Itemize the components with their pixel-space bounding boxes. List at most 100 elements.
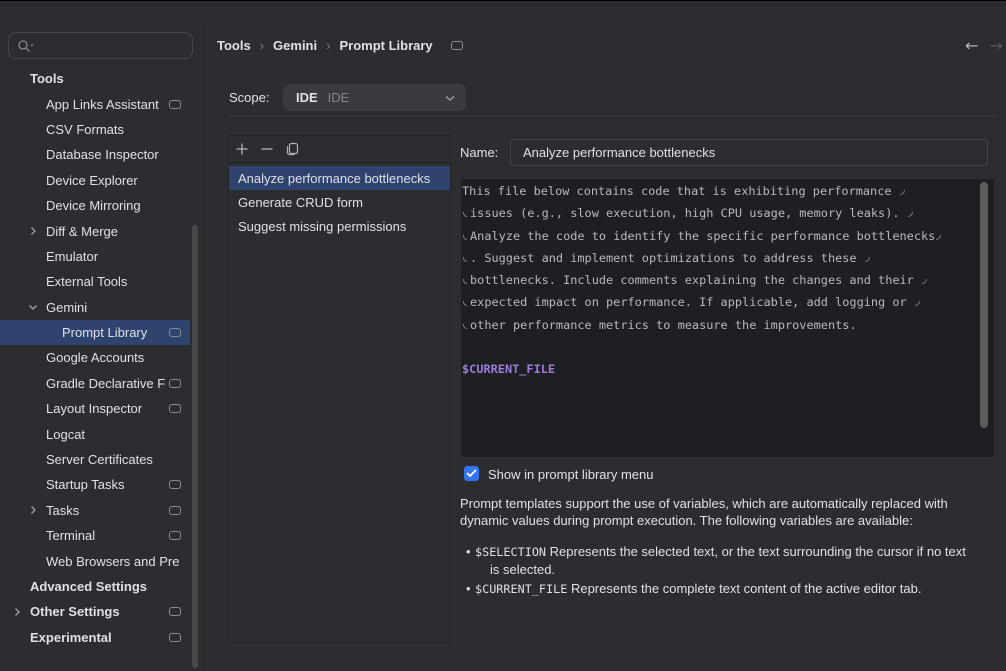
search-icon bbox=[17, 39, 35, 53]
settings-page-icon bbox=[169, 480, 181, 489]
editor-line-text: This file below contains code that is ex… bbox=[462, 184, 899, 198]
chevron-down-icon bbox=[28, 302, 38, 312]
tree-item-label: Experimental bbox=[30, 630, 112, 645]
tree-item-diff-merge[interactable]: Diff & Merge bbox=[0, 218, 203, 243]
chevron-right-icon bbox=[28, 505, 38, 515]
tree-item-label: Device Explorer bbox=[46, 173, 138, 188]
tree-item-google-accounts[interactable]: Google Accounts bbox=[0, 345, 203, 370]
editor-line: bottlenecks. Include comments explaining… bbox=[462, 269, 994, 291]
tree-item-server-certificates[interactable]: Server Certificates bbox=[0, 447, 203, 472]
prompt-list-item[interactable]: Suggest missing permissions bbox=[229, 215, 450, 239]
tree-item-device-explorer[interactable]: Device Explorer bbox=[0, 168, 203, 193]
tree-item-label: Other Settings bbox=[30, 604, 120, 619]
copy-icon bbox=[285, 142, 299, 156]
tree-item-advanced-settings[interactable]: Advanced Settings bbox=[0, 574, 203, 599]
sidebar-scrollbar[interactable] bbox=[192, 225, 198, 668]
prompt-list-item[interactable]: Analyze performance bottlenecks bbox=[229, 166, 450, 190]
tree-item-terminal[interactable]: Terminal bbox=[0, 523, 203, 548]
tree-item-label: Prompt Library bbox=[62, 325, 147, 340]
tree-item-external-tools[interactable]: External Tools bbox=[0, 269, 203, 294]
variable-text: Represents the complete text content of … bbox=[567, 581, 921, 596]
tree-item-gradle-declarative-f[interactable]: Gradle Declarative F bbox=[0, 371, 203, 396]
soft-wrap-end-icon bbox=[865, 257, 870, 262]
tree-item-label: Layout Inspector bbox=[46, 401, 142, 416]
soft-wrap-end-icon bbox=[915, 301, 920, 306]
tree-item-label: External Tools bbox=[46, 274, 127, 289]
remove-button[interactable] bbox=[259, 141, 275, 157]
editor-line bbox=[462, 336, 994, 358]
tree-item-startup-tasks[interactable]: Startup Tasks bbox=[0, 472, 203, 497]
prompt-list-item[interactable]: Generate CRUD form bbox=[229, 190, 450, 214]
settings-page-icon bbox=[169, 379, 181, 388]
description-line: Prompt templates support the use of vari… bbox=[460, 495, 984, 512]
tree-item-label: Advanced Settings bbox=[30, 579, 147, 594]
editor-line-text: bottlenecks. Include comments explaining… bbox=[470, 273, 921, 287]
breadcrumb-item[interactable]: Prompt Library bbox=[339, 38, 432, 53]
editor-line: This file below contains code that is ex… bbox=[462, 180, 994, 202]
tree-item-tasks[interactable]: Tasks bbox=[0, 498, 203, 523]
window-top-edge bbox=[0, 0, 1006, 1]
tree-item-label: CSV Formats bbox=[46, 122, 124, 137]
tree-item-device-mirroring[interactable]: Device Mirroring bbox=[0, 193, 203, 218]
tree-item-app-links-assistant[interactable]: App Links Assistant bbox=[0, 91, 203, 116]
minus-icon bbox=[260, 142, 274, 156]
tree-item-gemini[interactable]: Gemini bbox=[0, 295, 203, 320]
show-in-menu-checkbox[interactable] bbox=[464, 466, 479, 481]
prompt-list-toolbar bbox=[229, 136, 450, 163]
add-button[interactable] bbox=[234, 141, 250, 157]
prompt-list: Analyze performance bottlenecksGenerate … bbox=[229, 166, 450, 239]
editor-line: other performance metrics to measure the… bbox=[462, 314, 994, 336]
tree-item-label: Emulator bbox=[46, 249, 98, 264]
checkmark-icon bbox=[466, 469, 477, 478]
chevron-down-icon bbox=[444, 94, 456, 102]
name-label: Name: bbox=[460, 139, 498, 166]
header-separator bbox=[227, 116, 995, 117]
forward-arrow-icon[interactable]: → bbox=[989, 36, 1002, 55]
soft-wrap-end-icon bbox=[900, 190, 905, 195]
breadcrumb-item[interactable]: Gemini bbox=[273, 38, 317, 53]
tree-item-csv-formats[interactable]: CSV Formats bbox=[0, 117, 203, 142]
editor-scrollbar[interactable] bbox=[980, 182, 988, 428]
scope-dropdown[interactable]: IDE IDE bbox=[283, 84, 466, 111]
editor-line-variable: $CURRENT_FILE bbox=[462, 358, 994, 380]
soft-wrap-start-icon bbox=[463, 235, 467, 240]
tree-item-logcat[interactable]: Logcat bbox=[0, 421, 203, 446]
soft-wrap-start-icon bbox=[463, 212, 467, 217]
tree-item-prompt-library[interactable]: Prompt Library bbox=[0, 320, 203, 345]
name-value: Analyze performance bottlenecks bbox=[523, 145, 715, 160]
copy-button[interactable] bbox=[284, 141, 300, 157]
breadcrumb-separator: › bbox=[326, 38, 330, 53]
chevron-right-icon bbox=[12, 607, 22, 617]
settings-page-icon bbox=[169, 328, 181, 337]
soft-wrap-start-icon bbox=[463, 257, 467, 262]
prompt-editor[interactable]: This file below contains code that is ex… bbox=[461, 179, 994, 457]
tree-item-emulator[interactable]: Emulator bbox=[0, 244, 203, 269]
tree-item-web-browsers-and-pre[interactable]: Web Browsers and Pre bbox=[0, 548, 203, 573]
tree-item-label: Tools bbox=[30, 71, 64, 86]
tree-item-tools[interactable]: Tools bbox=[0, 66, 203, 91]
breadcrumb: Tools›Gemini›Prompt Library bbox=[217, 35, 463, 55]
name-input[interactable]: Analyze performance bottlenecks bbox=[510, 139, 988, 166]
breadcrumb-item[interactable]: Tools bbox=[217, 38, 251, 53]
soft-wrap-end-icon bbox=[936, 235, 941, 240]
prompt-list-panel: Analyze performance bottlenecksGenerate … bbox=[228, 135, 451, 643]
editor-line: issues (e.g., slow execution, high CPU u… bbox=[462, 202, 994, 224]
settings-page-icon bbox=[169, 531, 181, 540]
tree-item-experimental[interactable]: Experimental bbox=[0, 625, 203, 650]
tree-item-database-inspector[interactable]: Database Inspector bbox=[0, 142, 203, 167]
tree-item-label: Device Mirroring bbox=[46, 198, 141, 213]
variable-name: $SELECTION bbox=[475, 545, 546, 559]
settings-page-icon bbox=[169, 404, 181, 413]
tree-item-label: Terminal bbox=[46, 528, 95, 543]
tree-item-label: Google Accounts bbox=[46, 350, 144, 365]
tree-item-label: App Links Assistant bbox=[46, 97, 159, 112]
variable-desc: $CURRENT_FILE Represents the complete te… bbox=[475, 580, 921, 598]
tree-item-label: Gemini bbox=[46, 300, 87, 315]
tree-item-other-settings[interactable]: Other Settings bbox=[0, 599, 203, 624]
editor-line-text: issues (e.g., slow execution, high CPU u… bbox=[470, 206, 907, 220]
tree-item-label: Gradle Declarative F bbox=[46, 376, 165, 391]
back-arrow-icon[interactable]: ← bbox=[965, 36, 978, 55]
tree-item-layout-inspector[interactable]: Layout Inspector bbox=[0, 396, 203, 421]
bullet-icon: • bbox=[460, 580, 475, 598]
search-input[interactable] bbox=[8, 32, 193, 59]
